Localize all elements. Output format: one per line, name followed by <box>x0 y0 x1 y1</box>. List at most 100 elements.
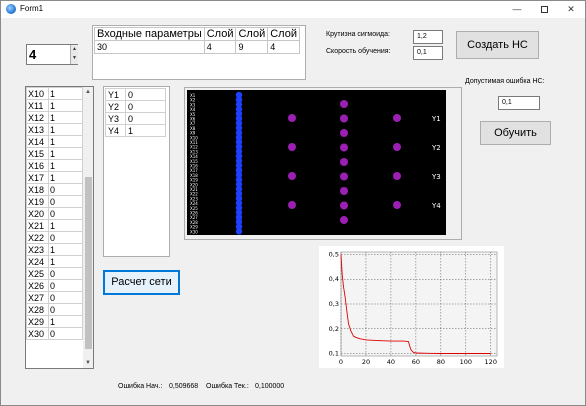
x-input-row[interactable]: X28 0 <box>26 303 83 316</box>
title-bar[interactable]: Form1 — ✕ <box>1 1 585 18</box>
layers-count-value[interactable]: 4 <box>29 47 36 62</box>
x-input-row[interactable]: X22 0 <box>26 231 83 244</box>
input-params-cell[interactable]: 30 <box>94 40 205 54</box>
y-output-value[interactable]: 0 <box>125 112 166 125</box>
x-input-value[interactable]: 1 <box>48 171 83 184</box>
x-input-row[interactable]: X11 1 <box>26 99 83 112</box>
x-input-value[interactable]: 1 <box>48 219 83 232</box>
y-output-row[interactable]: Y2 0 <box>105 100 166 113</box>
x-input-value[interactable]: 1 <box>48 111 83 124</box>
input-params-header-cell[interactable]: Слой <box>267 27 300 41</box>
y-output-name: Y1 <box>105 88 126 101</box>
x-input-row[interactable]: X18 0 <box>26 183 83 196</box>
x-input-value[interactable]: 0 <box>48 183 83 196</box>
stepper-down-icon[interactable]: ▼ <box>71 54 78 63</box>
x-input-value[interactable]: 1 <box>48 243 83 256</box>
x-input-row[interactable]: X12 1 <box>26 111 83 124</box>
x-input-name: X25 <box>26 267 49 280</box>
minimize-button[interactable]: — <box>504 1 530 18</box>
x-input-value[interactable]: 1 <box>48 123 83 136</box>
neuron <box>393 143 401 151</box>
train-button[interactable]: Обучить <box>480 121 551 145</box>
y-output-row[interactable]: Y1 0 <box>105 88 166 101</box>
x-input-row[interactable]: X15 1 <box>26 147 83 160</box>
x-input-row[interactable]: X17 1 <box>26 171 83 184</box>
x-input-value[interactable]: 0 <box>48 267 83 280</box>
x-input-value[interactable]: 0 <box>48 279 83 292</box>
x-input-row[interactable]: X23 1 <box>26 243 83 256</box>
y-tick-label: 0,5 <box>329 250 339 258</box>
x-list-scrollbar[interactable]: ▲ ▼ <box>83 87 93 368</box>
x-input-value[interactable]: 0 <box>48 195 83 208</box>
x-input-row[interactable]: X16 1 <box>26 159 83 172</box>
x-input-row[interactable]: X27 0 <box>26 291 83 304</box>
x-input-row[interactable]: X10 1 <box>26 87 83 100</box>
input-params-header-cell[interactable]: Слой <box>203 27 237 41</box>
neuron <box>340 114 348 123</box>
x-input-row[interactable]: X20 0 <box>26 207 83 220</box>
tolerance-input[interactable]: 0,1 <box>498 96 540 110</box>
app-icon <box>6 4 16 14</box>
sigmoid-input[interactable]: 1,2 <box>413 30 443 44</box>
output-neuron-label: Y4 <box>431 202 441 210</box>
input-neuron-label: X30 <box>190 229 198 234</box>
x-input-value[interactable]: 1 <box>48 255 83 268</box>
maximize-icon <box>540 6 548 13</box>
stepper-up-icon[interactable]: ▲ <box>71 45 78 54</box>
x-input-value[interactable]: 0 <box>48 291 83 304</box>
close-button[interactable]: ✕ <box>558 1 584 18</box>
y-output-value[interactable]: 0 <box>125 88 166 101</box>
x-input-name: X18 <box>26 183 49 196</box>
x-input-row[interactable]: X19 0 <box>26 195 83 208</box>
input-params-cell[interactable]: 4 <box>267 40 300 54</box>
input-params-cell[interactable]: 4 <box>203 40 237 54</box>
create-network-button[interactable]: Создать НС <box>456 31 539 59</box>
y-output-name: Y2 <box>105 100 126 113</box>
initial-error-value: 0,509668 <box>169 383 199 390</box>
layers-count-stepper[interactable]: 4 ▲ ▼ <box>26 44 78 65</box>
x-input-value[interactable]: 1 <box>48 159 83 172</box>
x-input-value[interactable]: 1 <box>48 87 83 100</box>
maximize-button[interactable] <box>531 1 557 18</box>
sigmoid-label: Крутизна сигмоида: <box>326 31 390 38</box>
x-input-value[interactable]: 1 <box>48 315 83 328</box>
x-input-value[interactable]: 1 <box>48 135 83 148</box>
input-params-table[interactable]: Входные параметры Слой Слой Слой 30 4 9 4 <box>92 25 306 80</box>
x-input-row[interactable]: X30 0 <box>26 327 83 340</box>
x-input-value[interactable]: 0 <box>48 303 83 316</box>
x-input-value[interactable]: 0 <box>48 231 83 244</box>
scroll-down-icon[interactable]: ▼ <box>83 358 93 368</box>
input-params-cell[interactable]: 9 <box>235 40 269 54</box>
x-input-row[interactable]: X24 1 <box>26 255 83 268</box>
input-params-header-cell[interactable]: Слой <box>235 27 269 41</box>
x-input-row[interactable]: X14 1 <box>26 135 83 148</box>
y-output-value[interactable]: 1 <box>125 124 166 137</box>
x-input-row[interactable]: X21 1 <box>26 219 83 232</box>
x-input-row[interactable]: X25 0 <box>26 267 83 280</box>
tolerance-label: Допустимая ошибка НС: <box>465 78 545 85</box>
y-output-value[interactable]: 0 <box>125 100 166 113</box>
y-outputs-list[interactable]: Y1 0 Y2 0 Y3 0 Y4 1 <box>103 86 170 257</box>
neuron <box>340 100 348 108</box>
stepper-buttons[interactable]: ▲ ▼ <box>70 45 78 64</box>
scroll-thumb[interactable] <box>85 177 92 349</box>
x-input-value[interactable]: 0 <box>48 327 83 340</box>
calculate-network-button[interactable]: Расчет сети <box>103 270 180 295</box>
y-output-row[interactable]: Y4 1 <box>105 124 166 137</box>
input-params-header-cell[interactable]: Входные параметры <box>94 27 205 41</box>
x-input-name: X13 <box>26 123 49 136</box>
x-input-value[interactable]: 0 <box>48 207 83 220</box>
y-tick-label: 0,4 <box>329 275 339 283</box>
x-tick-label: 120 <box>485 358 497 366</box>
x-inputs-list[interactable]: X10 1 X11 1 X12 1 X13 1 X14 1 X15 1 X16 1 X17 1 X18 0 X19 0… <box>25 86 94 369</box>
x-input-value[interactable]: 1 <box>48 99 83 112</box>
neuron <box>393 201 401 209</box>
y-output-row[interactable]: Y3 0 <box>105 112 166 125</box>
learning-rate-input[interactable]: 0,1 <box>413 46 443 60</box>
x-input-row[interactable]: X13 1 <box>26 123 83 136</box>
x-input-row[interactable]: X26 0 <box>26 279 83 292</box>
x-input-row[interactable]: X29 1 <box>26 315 83 328</box>
scroll-up-icon[interactable]: ▲ <box>83 87 93 97</box>
x-input-value[interactable]: 1 <box>48 147 83 160</box>
x-input-name: X24 <box>26 255 49 268</box>
